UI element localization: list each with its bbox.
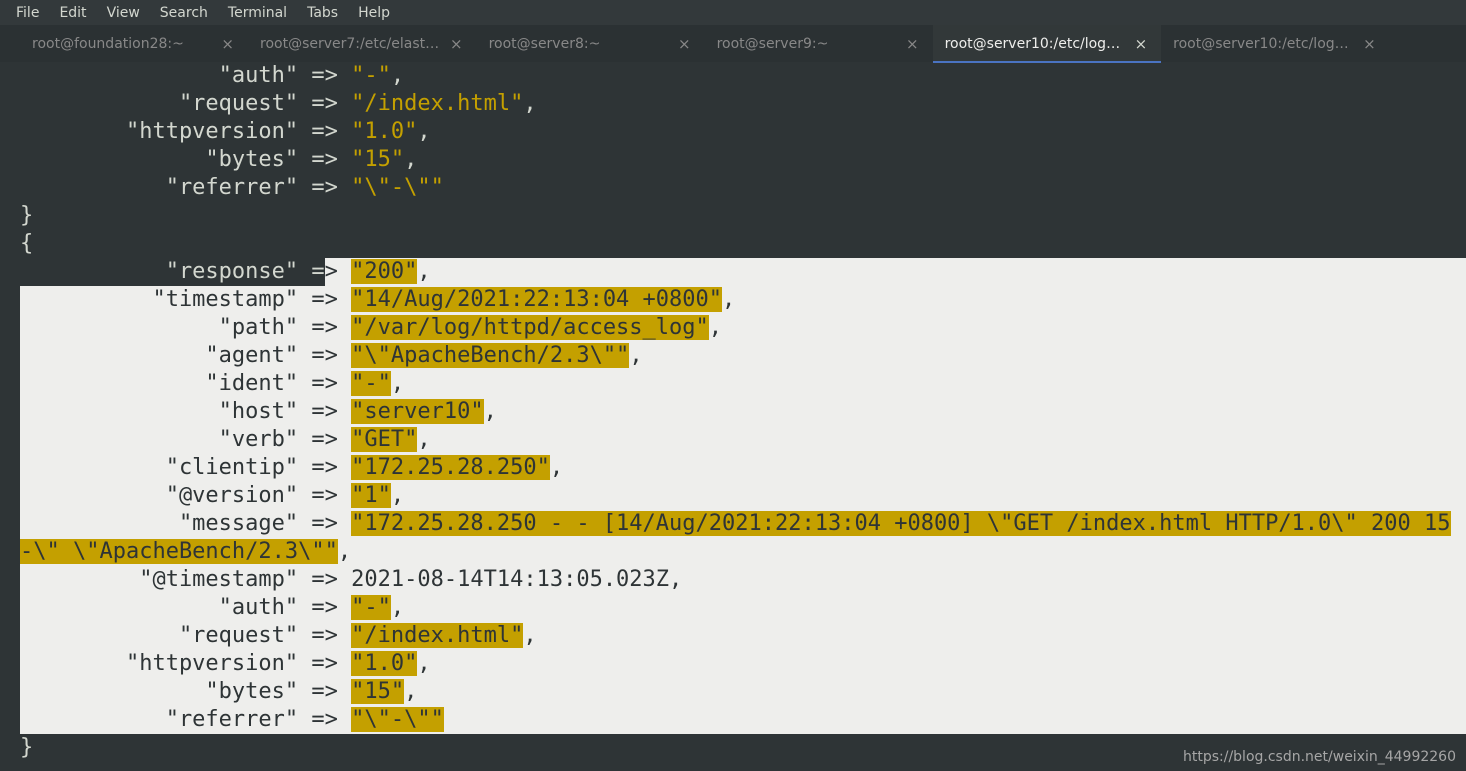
menu-search[interactable]: Search (150, 2, 218, 24)
close-icon[interactable]: × (1133, 35, 1150, 53)
tab-label: root@server10:/etc/logs… (1173, 36, 1353, 52)
tab-label: root@foundation28:~ (32, 36, 184, 52)
menu-edit[interactable]: Edit (49, 2, 96, 24)
close-icon[interactable]: × (1361, 35, 1378, 53)
tab-2[interactable]: root@server8:~ × (477, 25, 705, 62)
tabbar: root@foundation28:~×root@server7:/etc/el… (0, 25, 1466, 62)
close-icon[interactable]: × (448, 35, 465, 53)
terminal-output[interactable]: "auth" => "-", "request" => "/index.html… (20, 62, 1466, 771)
tab-4[interactable]: root@server10:/etc/logst… × (933, 25, 1162, 62)
menu-terminal[interactable]: Terminal (218, 2, 297, 24)
close-icon[interactable]: × (219, 35, 236, 53)
tab-0[interactable]: root@foundation28:~ × (20, 25, 248, 62)
tab-1[interactable]: root@server7:/etc/elasti… × (248, 25, 477, 62)
menu-tabs[interactable]: Tabs (297, 2, 348, 24)
tab-label: root@server8:~ (489, 36, 601, 52)
menubar: FileEditViewSearchTerminalTabsHelp (0, 0, 1466, 25)
tab-5[interactable]: root@server10:/etc/logs… × (1161, 25, 1390, 62)
menu-view[interactable]: View (97, 2, 150, 24)
watermark: https://blog.csdn.net/weixin_44992260 (1183, 749, 1456, 765)
menu-help[interactable]: Help (348, 2, 400, 24)
tab-3[interactable]: root@server9:~ × (705, 25, 933, 62)
tab-label: root@server10:/etc/logst… (945, 36, 1125, 52)
tab-label: root@server7:/etc/elasti… (260, 36, 440, 52)
close-icon[interactable]: × (904, 35, 921, 53)
close-icon[interactable]: × (676, 35, 693, 53)
gutter (0, 62, 20, 771)
tab-label: root@server9:~ (717, 36, 829, 52)
menu-file[interactable]: File (6, 2, 49, 24)
